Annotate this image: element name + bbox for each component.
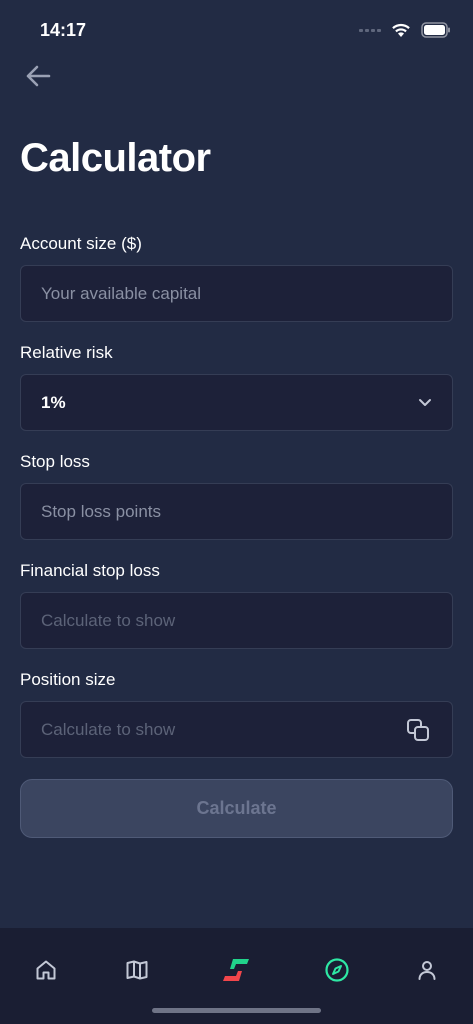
position-size-label: Position size [20,670,116,689]
account-size-label: Account size ($) [20,234,142,253]
calculate-button[interactable]: Calculate [20,779,453,838]
tab-explore[interactable] [311,944,363,996]
chevron-down-icon [418,396,432,410]
copy-button[interactable] [406,718,430,742]
relative-risk-label: Relative risk [20,343,113,362]
relative-risk-select[interactable]: 1% [20,374,453,431]
back-button[interactable] [20,58,56,94]
cellular-signal-icon [359,28,381,32]
wifi-icon [392,23,410,37]
account-size-field[interactable] [20,265,453,322]
copy-icon [407,719,429,741]
account-size-input[interactable] [41,283,432,304]
financial-stop-loss-label: Financial stop loss [20,561,160,580]
stop-loss-input[interactable] [41,501,432,522]
home-indicator [152,1008,321,1013]
logo-icon [223,959,249,981]
tab-bar [0,928,473,1024]
status-time: 14:17 [40,20,87,40]
position-size-field [20,701,453,758]
relative-risk-value: 1% [41,392,66,412]
tab-profile[interactable] [401,944,453,996]
battery-icon [421,22,450,38]
tab-home[interactable] [20,944,72,996]
stop-loss-field[interactable] [20,483,453,540]
stop-loss-label: Stop loss [20,452,90,471]
page-title: Calculator [20,136,211,180]
status-bar: 14:17 [0,0,473,56]
position-size-output [41,719,432,740]
financial-stop-loss-field [20,592,453,649]
profile-icon [418,961,436,980]
book-icon [126,960,148,980]
home-icon [36,960,56,980]
tab-learn[interactable] [111,944,163,996]
status-indicators [359,20,451,40]
financial-stop-loss-output [41,610,432,631]
arrow-left-icon [26,65,51,87]
tab-app-logo[interactable] [210,944,262,996]
compass-icon [325,958,349,982]
